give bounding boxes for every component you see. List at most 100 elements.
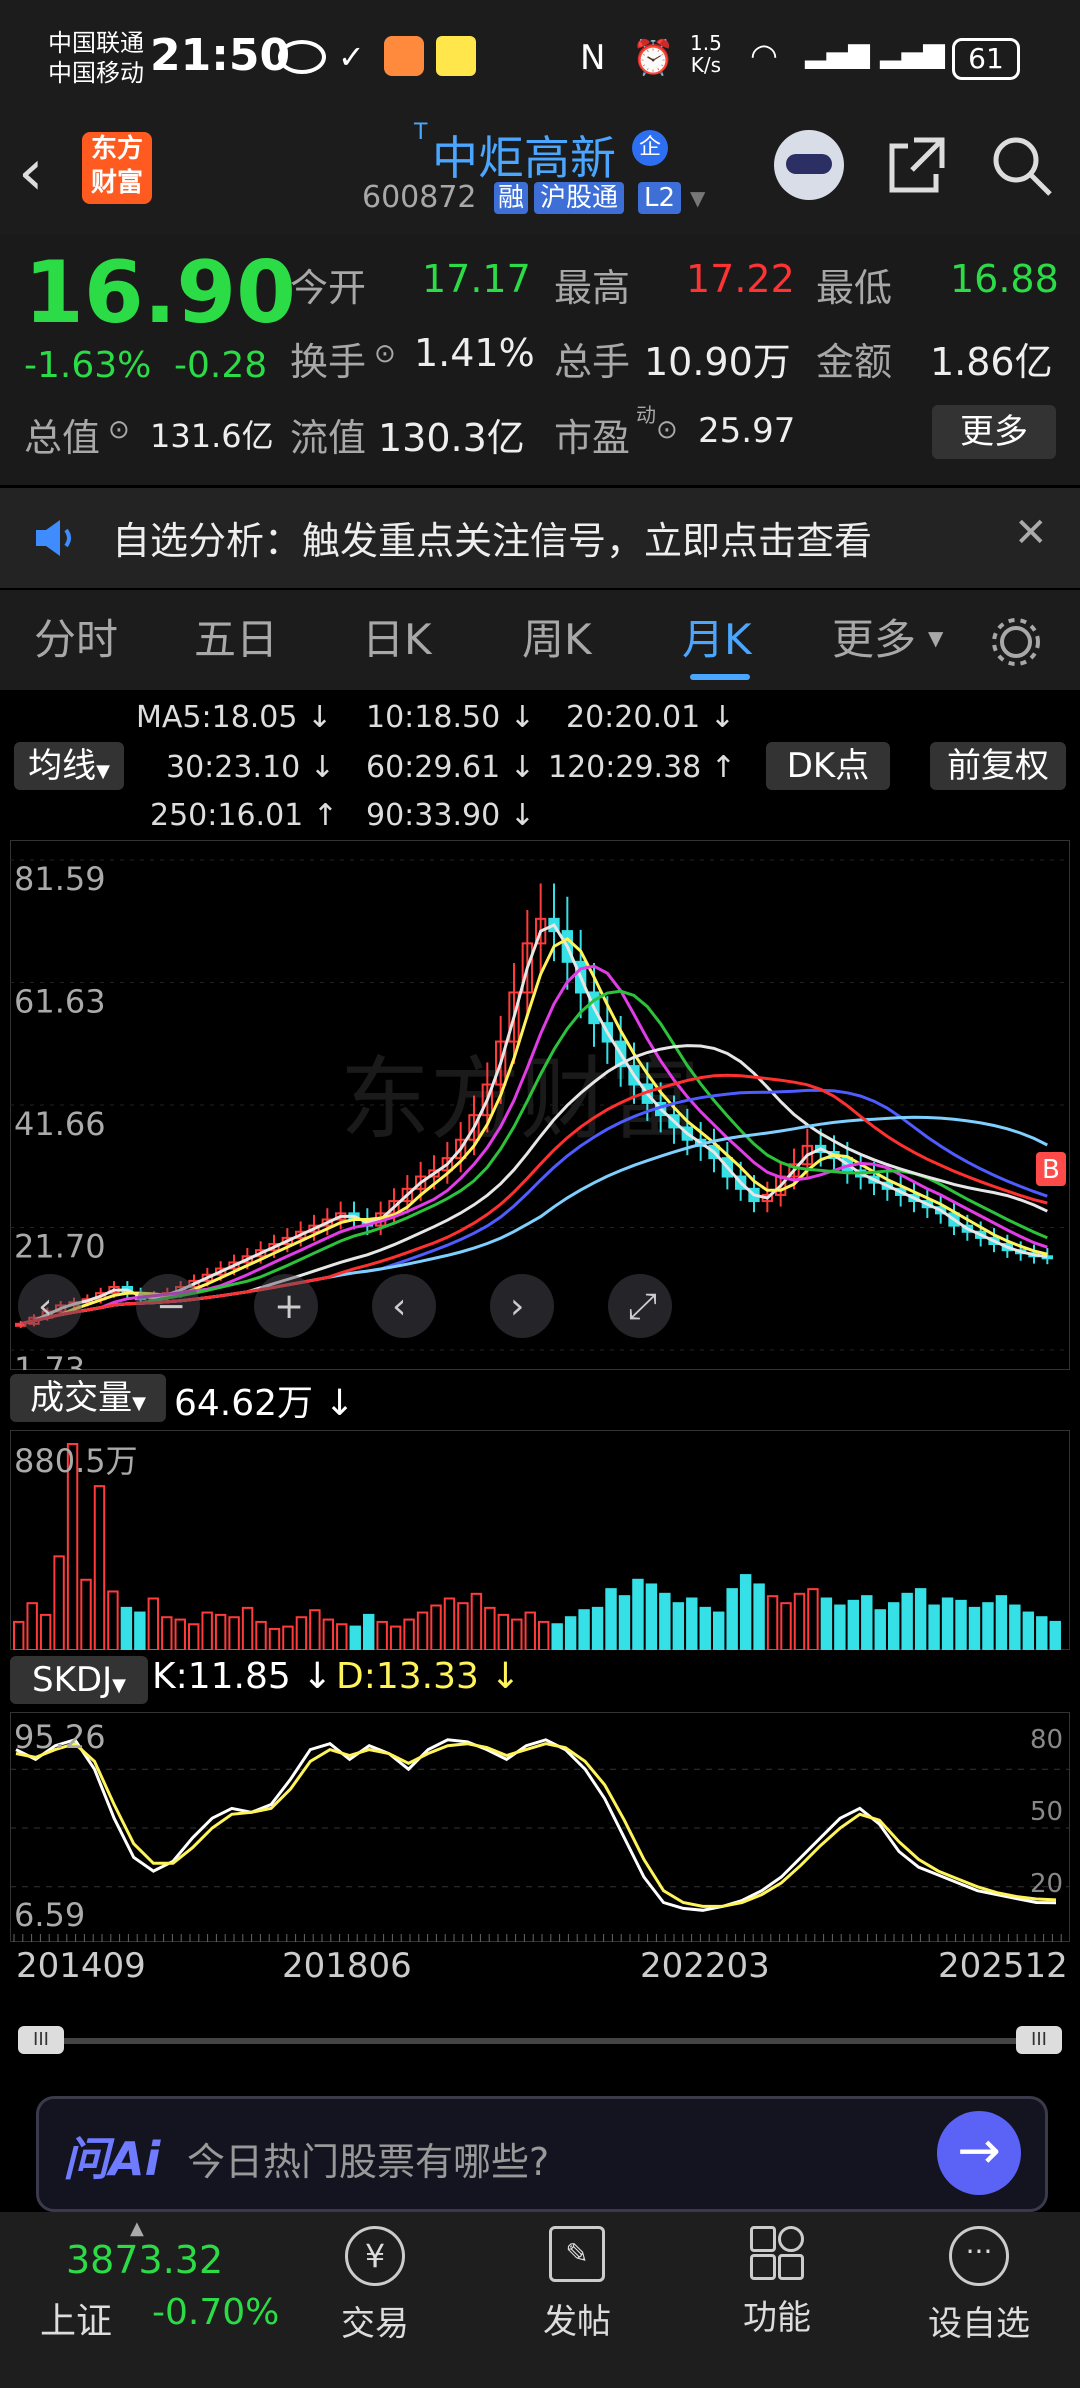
ai-input-bar[interactable]: 问Ai 今日热门股票有哪些? → (36, 2096, 1048, 2212)
yuan-icon: ¥ (345, 2226, 405, 2286)
index-value[interactable]: 3873.32 (66, 2238, 223, 2282)
range-scrollbar[interactable] (30, 2038, 1050, 2044)
volume-bar (874, 1609, 886, 1650)
skdj-chart[interactable]: 95.26 6.59 80 50 20 (10, 1712, 1070, 1942)
chart-nav-glyph: ‹ (392, 1286, 406, 1327)
volume-label: 总手 (554, 340, 631, 384)
fq-button[interactable]: 前复权 (930, 742, 1066, 790)
skdj-title: SKDJ (32, 1660, 113, 1700)
volume-value: 64.62万 ↓ (174, 1383, 355, 1424)
notice-text: 自选分析：触发重点关注信号，立即点击查看 (112, 519, 873, 563)
logo-line-2: 财富 (90, 168, 143, 198)
nav-functions-label: 功能 (743, 2298, 811, 2338)
skdj-d-value: D:13.33 ↓ (336, 1656, 521, 1697)
volume-bar (888, 1602, 900, 1650)
volume-bar (699, 1606, 711, 1650)
volume-bar (578, 1609, 590, 1650)
enterprise-badge: 企 (632, 130, 668, 166)
skdj-tick-80: 80 (1030, 1725, 1063, 1755)
volume-bar (120, 1606, 133, 1650)
volume-bar (632, 1578, 644, 1650)
logo-line-1: 东方 (90, 134, 143, 164)
skdj-y-bottom: 6.59 (14, 1896, 85, 1934)
pencil-icon: ✎ (549, 2226, 605, 2282)
kline-y-tick: 61.63 (14, 983, 106, 1021)
index-change: -0.70% (152, 2292, 280, 2333)
stock-header: ‹ 东方 财富 T 中炬高新 企 600872 融 沪股通 L2 ▼ (0, 120, 1080, 235)
volume-bar (605, 1588, 617, 1650)
back-button[interactable]: ‹ (18, 138, 78, 208)
nav-add-watchlist[interactable]: ··· 设自选 (914, 2212, 1044, 2345)
t-mark: T (414, 120, 428, 145)
range-handle-right[interactable]: III (1016, 2026, 1062, 2054)
hgt-badge: 沪股通 (534, 182, 625, 214)
skdj-tick-20: 20 (1030, 1869, 1063, 1899)
buy-marker-label: B (1042, 1155, 1060, 1185)
info-icon[interactable]: ⊙ (108, 415, 130, 445)
stock-name[interactable]: 中炬高新 (432, 122, 616, 188)
volume-bar (551, 1623, 563, 1650)
clock: 21:50 (150, 30, 291, 81)
kline-y-tick: 81.59 (14, 860, 106, 898)
tab-more[interactable]: 更多 (832, 590, 916, 690)
notice-bar[interactable]: 自选分析：触发重点关注信号，立即点击查看 ✕ (0, 488, 1080, 588)
nfc-icon: N (580, 38, 606, 78)
info-icon[interactable]: ⊙ (374, 339, 396, 369)
ma250-label: 250:16.01 ↑ (150, 798, 338, 833)
volume-bar (901, 1592, 913, 1650)
kline-chart[interactable]: 东方财富 81.5961.6341.6621.701.73 ‹ − + ‹ › ⤢ B (10, 840, 1070, 1370)
volume-bar (753, 1583, 765, 1650)
volume-bar (955, 1599, 967, 1650)
amount-value: 1.86亿 (930, 340, 1053, 384)
tab-intraday[interactable]: 分时 (34, 590, 118, 690)
chart-nav-glyph: › (510, 1286, 524, 1327)
close-icon[interactable]: ✕ (1014, 510, 1048, 556)
more-button[interactable]: 更多 (932, 405, 1056, 459)
nav-functions[interactable]: 功能 (712, 2212, 842, 2339)
ma20-label: 20:20.01 ↓ (566, 700, 735, 735)
volume-bar (1036, 1616, 1048, 1650)
dk-point-button[interactable]: DK点 (766, 742, 890, 790)
index-name: 上证 (40, 2301, 113, 2342)
volume-chart[interactable]: 880.5万 (10, 1430, 1070, 1650)
kline-y-tick: 41.66 (14, 1105, 106, 1143)
link-icon: ✓ (338, 38, 365, 76)
market-cap-value: 131.6亿 (150, 417, 274, 455)
app-notify-icon-2 (436, 36, 476, 76)
ma-toggle-button[interactable]: 均线▼ (14, 742, 124, 790)
high-label: 最高 (554, 266, 631, 310)
range-handle-left[interactable]: III (18, 2026, 64, 2054)
app-logo[interactable]: 东方 财富 (82, 132, 152, 204)
volume-bar (363, 1613, 375, 1650)
signal-4g-icon: ▂▄▆ (880, 36, 945, 69)
volume-bar (968, 1606, 981, 1650)
skdj-indicator-button[interactable]: SKDJ▼ (10, 1656, 148, 1704)
volume-bar (995, 1595, 1008, 1650)
tab-five-day[interactable]: 五日 (194, 590, 278, 690)
nav-post[interactable]: ✎ 发帖 (512, 2212, 642, 2343)
volume-bar (982, 1602, 994, 1650)
float-cap-value: 130.3亿 (378, 416, 525, 460)
open-label: 今开 (290, 266, 367, 310)
share-icon[interactable] (884, 134, 948, 198)
tab-weekly-k[interactable]: 周K (522, 590, 592, 690)
ma120-label: 120:29.38 ↑ (548, 750, 736, 785)
volume-bar (618, 1595, 631, 1650)
arrow-right-icon[interactable]: → (937, 2111, 1021, 2195)
ma30-label: 30:23.10 ↓ (166, 750, 335, 785)
nav-trade[interactable]: ¥ 交易 (310, 2212, 440, 2345)
volume-indicator-button[interactable]: 成交量▼ (10, 1374, 166, 1422)
current-price: 16.90 (24, 243, 297, 343)
battery-level: 61 (968, 42, 1004, 75)
signal-5g-icon: ▂▄▆ (805, 36, 870, 69)
volume-bar (726, 1588, 738, 1650)
x-label-4: 202512 (938, 1946, 1068, 1986)
chevron-down-icon[interactable]: ▼ (690, 186, 705, 210)
gear-icon[interactable] (990, 616, 1042, 668)
skdj-k-value: K:11.85 ↓ (152, 1656, 333, 1697)
volume-bar (672, 1602, 685, 1650)
robot-assistant-icon[interactable] (774, 130, 844, 200)
info-icon[interactable]: ⊙ (656, 415, 678, 445)
tab-daily-k[interactable]: 日K (362, 590, 432, 690)
search-icon[interactable] (990, 134, 1054, 198)
